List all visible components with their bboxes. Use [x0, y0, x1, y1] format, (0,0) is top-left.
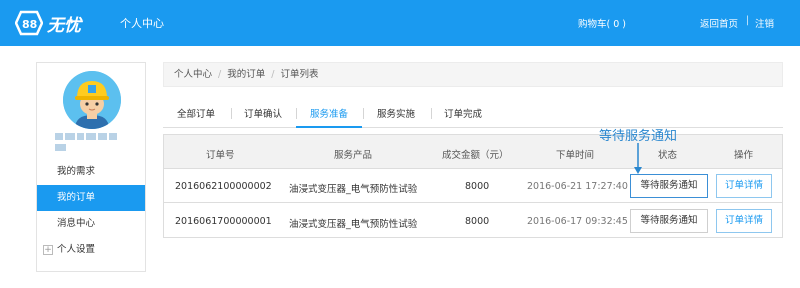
annotation-arrow-icon [634, 143, 642, 174]
cart-count: ( 0 ) [606, 19, 627, 30]
tab-all-orders[interactable]: 全部订单 [177, 106, 215, 120]
logout-link[interactable]: 注销 [755, 16, 774, 30]
page-title: 个人中心 [120, 17, 164, 30]
sidebar-menu: 我的需求 我的订单 消息中心 + 个人设置 [37, 159, 145, 263]
sidebar-item-messages[interactable]: 消息中心 [37, 211, 145, 237]
order-detail-button[interactable]: 订单详情 [716, 174, 772, 198]
tab-order-confirm[interactable]: 订单确认 [244, 106, 282, 120]
tab-divider [431, 108, 432, 119]
status-badge: 等待服务通知 [630, 174, 708, 198]
tab-service-impl[interactable]: 服务实施 [377, 106, 415, 120]
amount: 8000 [465, 216, 490, 227]
tab-divider [363, 108, 364, 119]
order-time: 2016-06-21 17:27:40 [527, 181, 628, 192]
col-action: 操作 [734, 150, 754, 161]
sidebar-item-settings[interactable]: + 个人设置 [37, 237, 145, 263]
site-logo[interactable]: 88 无忧 [15, 7, 81, 39]
col-amount: 成交金额（元） [442, 150, 509, 161]
tab-service-prep[interactable]: 服务准备 [310, 106, 348, 120]
logo-text: 无忧 [47, 15, 81, 36]
table-header: 订单号 服务产品 成交金额（元） 下单时间 状态 操作 [164, 135, 782, 169]
order-time: 2016-06-17 09:32:45 [527, 216, 628, 227]
cart-label: 购物车 [578, 19, 607, 30]
sidebar-item-my-needs[interactable]: 我的需求 [37, 159, 145, 185]
main-panel: 个人中心 / 我的订单 / 订单列表 全部订单 订单确认 服务准备 服务实施 订单完成 … [163, 62, 783, 272]
amount: 8000 [465, 181, 490, 192]
table-row: 2016062100000002 油浸式变压器_电气预防性试验 8000 201… [164, 169, 782, 203]
col-product: 服务产品 [334, 150, 373, 161]
order-number: 2016061700000001 [175, 216, 272, 227]
breadcrumb: 个人中心 / 我的订单 / 订单列表 [163, 62, 783, 87]
order-number: 2016062100000002 [175, 181, 272, 192]
breadcrumb-separator: / [218, 69, 222, 80]
annotation-label: 等待服务通知 [599, 129, 678, 144]
status-badge: 等待服务通知 [630, 209, 708, 233]
col-time: 下单时间 [556, 150, 595, 161]
cart-link[interactable]: 购物车( 0 ) [578, 16, 626, 30]
breadcrumb-separator: / [271, 69, 275, 80]
sidebar-item-my-orders[interactable]: 我的订单 [37, 185, 145, 211]
table-row: 2016061700000001 油浸式变压器_电气预防性试验 8000 201… [164, 204, 782, 238]
col-status: 状态 [658, 150, 678, 161]
home-link[interactable]: 返回首页 [700, 16, 738, 30]
product-name: 油浸式变压器_电气预防性试验 [289, 219, 418, 230]
order-tabs: 全部订单 订单确认 服务准备 服务实施 订单完成 [163, 102, 783, 128]
breadcrumb-order-list: 订单列表 [280, 69, 319, 80]
tab-divider [231, 108, 232, 119]
header-divider: | [746, 15, 750, 26]
tab-order-complete[interactable]: 订单完成 [444, 106, 482, 120]
col-order-no: 订单号 [206, 150, 235, 161]
product-name: 油浸式变压器_电气预防性试验 [289, 184, 418, 195]
order-detail-button[interactable]: 订单详情 [716, 209, 772, 233]
expand-plus-icon[interactable]: + [43, 245, 53, 255]
active-tab-indicator [296, 126, 362, 128]
breadcrumb-personal-center[interactable]: 个人中心 [174, 69, 212, 80]
logo-icon: 88 [15, 10, 43, 36]
avatar[interactable] [63, 71, 121, 129]
tab-divider [296, 108, 297, 119]
top-header: 88 无忧 个人中心 购物车( 0 ) 返回首页 | 注销 [0, 0, 800, 46]
sidebar: 我的需求 我的订单 消息中心 + 个人设置 [36, 62, 146, 272]
username-blurred [55, 133, 129, 151]
sidebar-item-settings-label: 个人设置 [57, 244, 96, 255]
svg-text:88: 88 [22, 18, 37, 31]
breadcrumb-my-orders[interactable]: 我的订单 [227, 69, 265, 80]
orders-table: 订单号 服务产品 成交金额（元） 下单时间 状态 操作 201606210000… [163, 134, 783, 238]
worker-avatar-icon [63, 71, 121, 129]
